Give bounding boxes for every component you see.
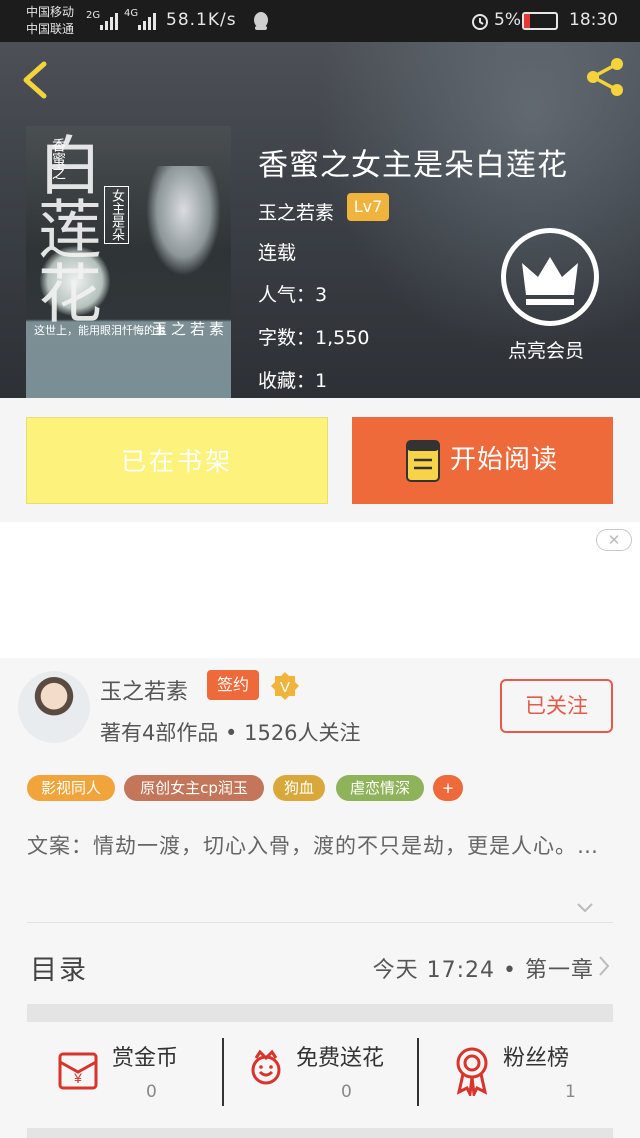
toc-latest-chapter[interactable]: 今天 17:24 • 第一章 <box>373 952 594 984</box>
book-icon <box>406 440 440 482</box>
free-flowers-label: 免费送花 <box>296 1046 385 1071</box>
reward-label: 赏金币 <box>112 1046 179 1071</box>
vip-button[interactable] <box>501 228 599 326</box>
book-status: 连载 <box>258 242 297 264</box>
words-value: 1,550 <box>315 327 370 349</box>
cover-title-small: 香蜜之 <box>50 138 66 180</box>
signal-icon-2 <box>138 12 156 30</box>
book-word-count: 字数：1,550 <box>258 323 369 350</box>
alarm-icon <box>472 14 488 30</box>
cover-author: 玉之若素 <box>152 320 229 338</box>
clock: 18:30 <box>569 10 618 30</box>
book-header: 白莲花 香蜜之 女主是朵 这世上，能用眼泪忏悔的事 玉之若素 香蜜之女主是朵白莲… <box>0 42 640 398</box>
tag-item[interactable]: 影视同人 <box>27 775 115 801</box>
free-flowers-button[interactable]: 免费送花 0 <box>224 1022 417 1128</box>
divider <box>27 922 613 923</box>
tag-item[interactable]: 狗血 <box>273 775 325 801</box>
author-section: 玉之若素 签约 V 著有4部作品 • 1526人关注 已关注 影视同人 原创女主… <box>0 658 640 1138</box>
fan-count: 1 <box>565 1082 576 1102</box>
battery-icon <box>522 12 558 30</box>
signed-badge: 签约 <box>207 670 259 700</box>
verified-v-label: V <box>280 679 290 696</box>
network-speed: 58.1K/s <box>166 10 237 30</box>
tag-item[interactable]: 原创女主cp润玉 <box>124 775 264 801</box>
author-avatar[interactable] <box>18 671 90 743</box>
crown-icon <box>522 257 578 305</box>
ad-banner: ✕ <box>0 522 640 658</box>
start-reading-label: 开始阅读 <box>450 445 559 475</box>
action-bar: 已在书架 开始阅读 <box>0 398 640 522</box>
add-tag-button[interactable]: + <box>433 775 463 801</box>
cover-slogan: 这世上，能用眼泪忏悔的事 <box>34 324 166 337</box>
network-type-2: 4G <box>124 8 139 19</box>
bottom-separator <box>27 1128 613 1138</box>
qq-icon <box>254 12 268 30</box>
reward-count: 0 <box>146 1082 157 1102</box>
carrier-1: 中国移动 <box>26 5 75 19</box>
coin-icon: ¥ <box>58 1052 98 1090</box>
book-title: 香蜜之女主是朵白莲花 <box>258 148 568 183</box>
book-favorites: 收藏：1 <box>258 366 327 393</box>
author-level-badge: Lv7 <box>347 193 389 221</box>
popularity-label: 人气： <box>258 284 316 306</box>
battery-percent: 5% <box>494 10 521 30</box>
book-description[interactable]: 文案：情劫一渡，切心入骨，渡的不只是劫，更是人心。… <box>27 832 607 860</box>
cover-subtitle: 女主是朵 <box>104 186 129 244</box>
popularity-value: 3 <box>315 284 328 306</box>
verified-v-icon: V <box>271 672 299 700</box>
medal-icon <box>456 1047 488 1096</box>
chevron-right-icon[interactable] <box>598 955 610 977</box>
flowers-count: 0 <box>341 1082 352 1102</box>
start-reading-button[interactable]: 开始阅读 <box>352 417 613 504</box>
tag-item[interactable]: 虐恋情深 <box>336 775 424 801</box>
back-arrow-icon[interactable] <box>16 58 56 102</box>
carrier-info: 中国移动 中国联通 <box>26 4 74 38</box>
book-cover[interactable]: 白莲花 香蜜之 女主是朵 这世上，能用眼泪忏悔的事 玉之若素 <box>26 126 231 398</box>
interaction-bar: ¥ 赏金币 0 免费送花 0 粉丝榜 1 <box>27 1022 613 1128</box>
author-name[interactable]: 玉之若素 <box>100 674 188 706</box>
flower-icon <box>251 1049 281 1085</box>
cover-figure <box>146 166 221 276</box>
favorites-label: 收藏： <box>258 370 316 392</box>
network-type-1: 2G <box>86 10 101 21</box>
in-bookshelf-button[interactable]: 已在书架 <box>26 417 328 504</box>
favorites-value: 1 <box>315 370 328 392</box>
chevron-down-icon[interactable] <box>576 902 594 914</box>
signal-icon <box>100 12 118 30</box>
carrier-2: 中国联通 <box>26 22 75 36</box>
svg-text:¥: ¥ <box>73 1070 82 1086</box>
words-label: 字数： <box>258 327 316 349</box>
vip-label[interactable]: 点亮会员 <box>508 336 584 363</box>
share-icon[interactable] <box>582 54 628 100</box>
toc-title[interactable]: 目录 <box>30 948 88 987</box>
book-popularity: 人气：3 <box>258 280 327 307</box>
fan-ranking-button[interactable]: 粉丝榜 1 <box>419 1022 613 1128</box>
author-stats: 著有4部作品 • 1526人关注 <box>100 721 361 745</box>
fan-ranking-label: 粉丝榜 <box>503 1046 570 1071</box>
following-button[interactable]: 已关注 <box>500 679 613 733</box>
section-separator <box>27 1004 613 1022</box>
reward-coins-button[interactable]: ¥ 赏金币 0 <box>27 1022 222 1128</box>
ad-close-button[interactable]: ✕ <box>596 529 632 551</box>
book-author[interactable]: 玉之若素 <box>258 198 334 225</box>
status-bar: 中国移动 中国联通 2G 4G 58.1K/s 5% 18:30 <box>0 0 640 42</box>
